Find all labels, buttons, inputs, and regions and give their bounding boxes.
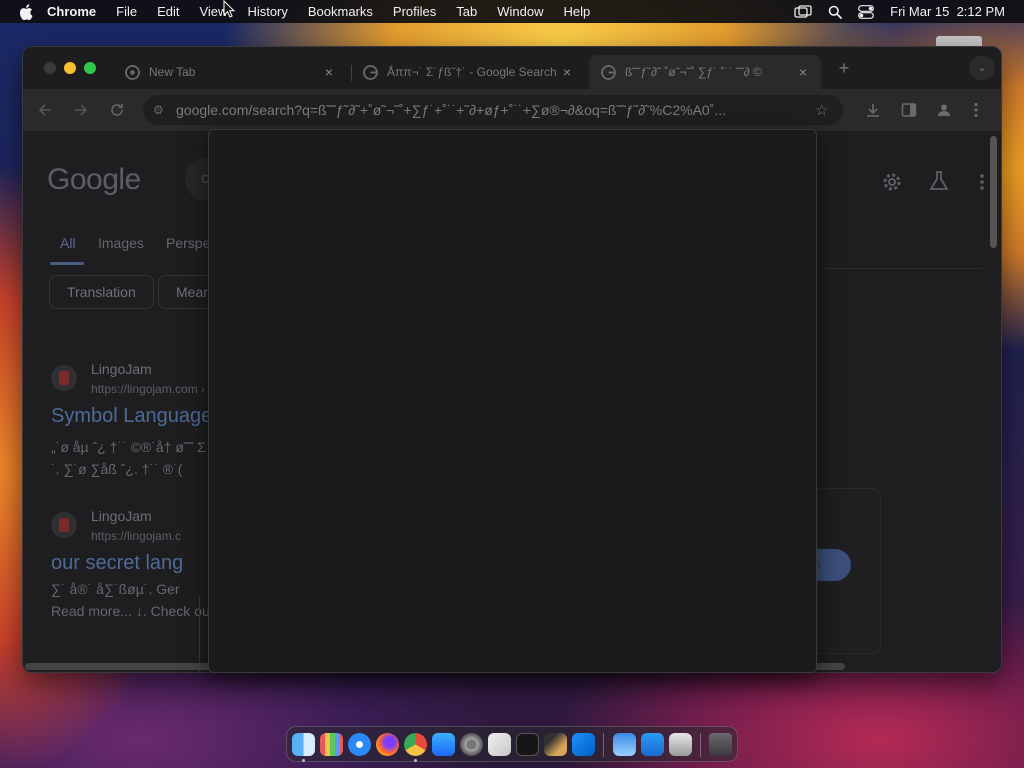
active-tab-indicator [50, 262, 84, 265]
menu-file[interactable]: File [116, 4, 137, 19]
tab-title: New Tab [149, 65, 196, 79]
tab-new-tab[interactable]: New Tab × [113, 55, 347, 89]
side-panel-icon[interactable] [901, 102, 917, 118]
terminal-icon[interactable] [516, 733, 539, 756]
screen-mirroring-icon[interactable] [794, 4, 812, 19]
menu-profiles[interactable]: Profiles [393, 4, 436, 19]
address-bar[interactable]: ⚙ google.com/search?q=ß˜˜ƒ˜∂˜+˚ø˜¬˜˚+∑ƒ˙… [143, 95, 843, 125]
download-icon[interactable] [865, 102, 881, 118]
reload-icon[interactable] [109, 102, 125, 118]
gear-icon[interactable] [881, 171, 903, 193]
site-favicon-icon [51, 365, 77, 391]
menu-clock[interactable]: Fri Mar 15 2:12 PM [890, 4, 1005, 19]
menu-app-name[interactable]: Chrome [47, 4, 96, 19]
menu-history[interactable]: History [247, 4, 287, 19]
search-tab-images[interactable]: Images [98, 235, 144, 251]
profile-icon[interactable] [936, 102, 952, 118]
keynote-icon[interactable] [641, 733, 664, 756]
result-url[interactable]: https://lingojam.c [91, 529, 181, 543]
chrome-icon[interactable] [404, 733, 427, 756]
window-zoom-button[interactable] [84, 62, 96, 74]
tab-search-button[interactable]: ⌄ [969, 56, 995, 80]
site-favicon-icon [51, 512, 77, 538]
url-text[interactable]: google.com/search?q=ß˜˜ƒ˜∂˜+˚ø˜¬˜˚+∑ƒ˙+˚… [176, 102, 815, 118]
dock [286, 726, 738, 762]
textedit-icon[interactable] [488, 733, 511, 756]
firefox-icon[interactable] [376, 733, 399, 756]
preview-app-icon[interactable] [669, 733, 692, 756]
tab-title: ß˜˜ƒ˜∂˜ ˚ø˜¬˜˚ ∑ƒ˙ ˚˙˙ ˜˜∂ © [625, 65, 762, 79]
read-more-link[interactable]: Read more... ↓. Check ou [51, 603, 210, 619]
dock-separator [700, 733, 701, 757]
apps-menu-icon[interactable] [979, 173, 985, 191]
running-indicator [302, 759, 305, 762]
google-logo[interactable]: Google [47, 163, 141, 197]
tab-title: Åππ¬˙ Σ˙ƒß˜†˙ - Google Search [387, 65, 557, 79]
search-tab-perspectives[interactable]: Perspe [166, 235, 210, 251]
labs-flask-icon[interactable] [928, 170, 950, 192]
apple-icon[interactable] [19, 3, 33, 20]
finder-icon[interactable] [292, 733, 315, 756]
chrome-favicon-icon [125, 64, 140, 80]
tab-close-icon[interactable]: × [559, 64, 575, 80]
result-title-link[interactable]: Symbol Language [51, 405, 212, 428]
control-center-icon[interactable] [858, 4, 875, 19]
forward-icon[interactable] [73, 102, 89, 118]
google-favicon-icon [601, 64, 616, 80]
result-title-link[interactable]: our secret lang [51, 552, 183, 575]
chip-translation[interactable]: Translation [49, 275, 154, 309]
weather-icon[interactable] [613, 733, 636, 756]
result-site-name: LingoJam [91, 508, 152, 524]
result-snippet: ∑˙ å®˙ å∑˙ßøµ˙. Ger [51, 581, 180, 597]
app-store-icon[interactable] [432, 733, 455, 756]
search-tab-all[interactable]: All [60, 235, 76, 251]
spotlight-search-icon[interactable] [828, 5, 843, 19]
mouse-cursor-icon [223, 0, 235, 18]
vscode-icon[interactable] [572, 733, 595, 756]
result-site-name: LingoJam [91, 361, 152, 377]
vertical-scrollbar[interactable] [990, 136, 997, 248]
menu-tab[interactable]: Tab [456, 4, 477, 19]
back-icon[interactable] [37, 102, 53, 118]
result-snippet: „˙ø åµ ˆ¿ †˙˙ ©®˙å† ø˜˜ Σ [51, 439, 206, 455]
tab-strip: New Tab × Åππ¬˙ Σ˙ƒß˜†˙ - Google Search … [23, 47, 1001, 89]
chrome-menu-icon[interactable] [973, 102, 979, 118]
menu-help[interactable]: Help [564, 4, 591, 19]
menu-edit[interactable]: Edit [157, 4, 179, 19]
trash-icon[interactable] [709, 733, 732, 756]
dock-separator [603, 733, 604, 757]
browser-toolbar: ⚙ google.com/search?q=ß˜˜ƒ˜∂˜+˚ø˜¬˜˚+∑ƒ˙… [23, 89, 1001, 131]
menu-window[interactable]: Window [497, 4, 543, 19]
tab-close-icon[interactable]: × [321, 64, 337, 80]
result-snippet: ˙. ∑˙ø ∑åß ˆ¿. †˙˙ ®˙( [51, 461, 183, 477]
site-info-icon[interactable]: ⚙ [153, 103, 168, 117]
menu-bookmarks[interactable]: Bookmarks [308, 4, 373, 19]
divider [199, 596, 205, 672]
new-tab-button[interactable]: + [835, 59, 853, 77]
divider [823, 268, 983, 269]
window-close-button[interactable] [44, 62, 56, 74]
system-settings-icon[interactable] [460, 733, 483, 756]
launchpad-icon[interactable] [320, 733, 343, 756]
window-minimize-button[interactable] [64, 62, 76, 74]
running-indicator [414, 759, 417, 762]
tab-close-icon[interactable]: × [795, 64, 811, 80]
safari-icon[interactable] [348, 733, 371, 756]
tab-active-search[interactable]: ß˜˜ƒ˜∂˜ ˚ø˜¬˜˚ ∑ƒ˙ ˚˙˙ ˜˜∂ © × [589, 55, 821, 89]
result-url[interactable]: https://lingojam.com › [91, 382, 205, 396]
blank-overlay-panel[interactable] [208, 129, 817, 673]
bookmark-star-icon[interactable]: ☆ [815, 101, 837, 119]
google-favicon-icon [363, 64, 378, 80]
menu-bar: Chrome File Edit View History Bookmarks … [0, 0, 1024, 23]
tab-google-search[interactable]: Åππ¬˙ Σ˙ƒß˜†˙ - Google Search × [351, 55, 585, 89]
brush-app-icon[interactable] [544, 733, 567, 756]
